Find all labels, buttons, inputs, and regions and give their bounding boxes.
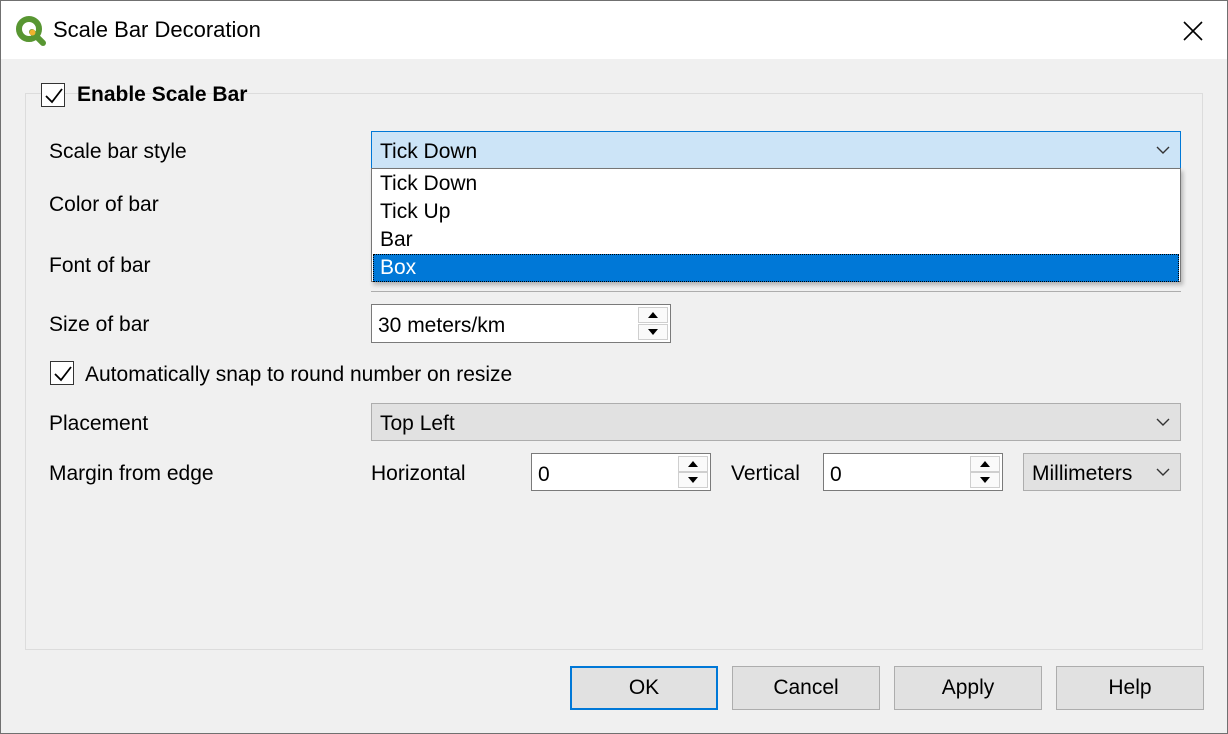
margin-from-edge-label: Margin from edge <box>49 462 214 485</box>
arrow-down-icon <box>648 329 658 335</box>
placement-combobox[interactable]: Top Left <box>371 403 1181 441</box>
cancel-button[interactable]: Cancel <box>732 666 880 710</box>
scale-bar-style-label: Scale bar style <box>49 140 187 163</box>
color-of-bar-label: Color of bar <box>49 193 159 216</box>
horizontal-increment-button[interactable] <box>678 456 708 472</box>
vertical-label: Vertical <box>731 462 800 485</box>
close-icon <box>1183 21 1203 41</box>
apply-button[interactable]: Apply <box>894 666 1042 710</box>
scale-bar-style-dropdown: Tick Down Tick Up Bar Box <box>371 168 1181 282</box>
snap-checkbox[interactable] <box>50 361 74 385</box>
size-decrement-button[interactable] <box>638 324 668 340</box>
size-of-bar-spinbox[interactable]: 30 meters/km <box>371 304 671 343</box>
chevron-down-icon <box>1156 146 1170 154</box>
ok-button[interactable]: OK <box>570 666 718 710</box>
enable-scale-bar-label[interactable]: Enable Scale Bar <box>77 83 247 107</box>
size-of-bar-label: Size of bar <box>49 313 150 336</box>
title-bar: Scale Bar Decoration <box>1 1 1227 59</box>
chevron-down-icon <box>1156 468 1170 476</box>
font-of-bar-button[interactable] <box>371 281 1181 292</box>
vertical-margin-value: 0 <box>830 463 842 486</box>
horizontal-margin-spinbox[interactable]: 0 <box>531 453 711 491</box>
scale-bar-style-value: Tick Down <box>380 140 478 163</box>
vertical-decrement-button[interactable] <box>970 472 1000 488</box>
snap-label[interactable]: Automatically snap to round number on re… <box>85 363 512 387</box>
arrow-up-icon <box>688 461 698 467</box>
spin-arrows <box>678 456 708 488</box>
style-option-bar[interactable]: Bar <box>373 226 1179 254</box>
chevron-down-icon <box>1156 418 1170 426</box>
close-button[interactable] <box>1167 9 1219 53</box>
arrow-up-icon <box>980 461 990 467</box>
help-button[interactable]: Help <box>1056 666 1204 710</box>
qgis-logo-icon <box>16 16 46 46</box>
style-option-tick-down[interactable]: Tick Down <box>373 170 1179 198</box>
window-title: Scale Bar Decoration <box>53 17 261 42</box>
placement-label: Placement <box>49 412 149 435</box>
margin-unit-combobox[interactable]: Millimeters <box>1023 453 1181 491</box>
enable-scale-bar-checkbox[interactable] <box>41 83 65 107</box>
spin-arrows <box>970 456 1000 488</box>
arrow-up-icon <box>648 312 658 318</box>
dialog-window: Scale Bar Decoration Enable Scale Bar Sc… <box>0 0 1228 734</box>
checkmark-icon <box>54 366 72 382</box>
scale-bar-style-combobox[interactable]: Tick Down <box>371 131 1181 169</box>
arrow-down-icon <box>980 477 990 483</box>
vertical-margin-spinbox[interactable]: 0 <box>823 453 1003 491</box>
horizontal-label: Horizontal <box>371 462 466 485</box>
arrow-down-icon <box>688 477 698 483</box>
horizontal-decrement-button[interactable] <box>678 472 708 488</box>
style-option-box[interactable]: Box <box>373 254 1179 282</box>
size-of-bar-value: 30 meters/km <box>378 314 506 337</box>
checkmark-icon <box>45 88 63 104</box>
horizontal-margin-value: 0 <box>538 463 550 486</box>
spin-arrows <box>638 307 668 340</box>
margin-unit-value: Millimeters <box>1032 462 1133 485</box>
size-increment-button[interactable] <box>638 307 668 323</box>
vertical-increment-button[interactable] <box>970 456 1000 472</box>
font-of-bar-label: Font of bar <box>49 254 151 277</box>
style-option-tick-up[interactable]: Tick Up <box>373 198 1179 226</box>
placement-value: Top Left <box>380 412 455 435</box>
